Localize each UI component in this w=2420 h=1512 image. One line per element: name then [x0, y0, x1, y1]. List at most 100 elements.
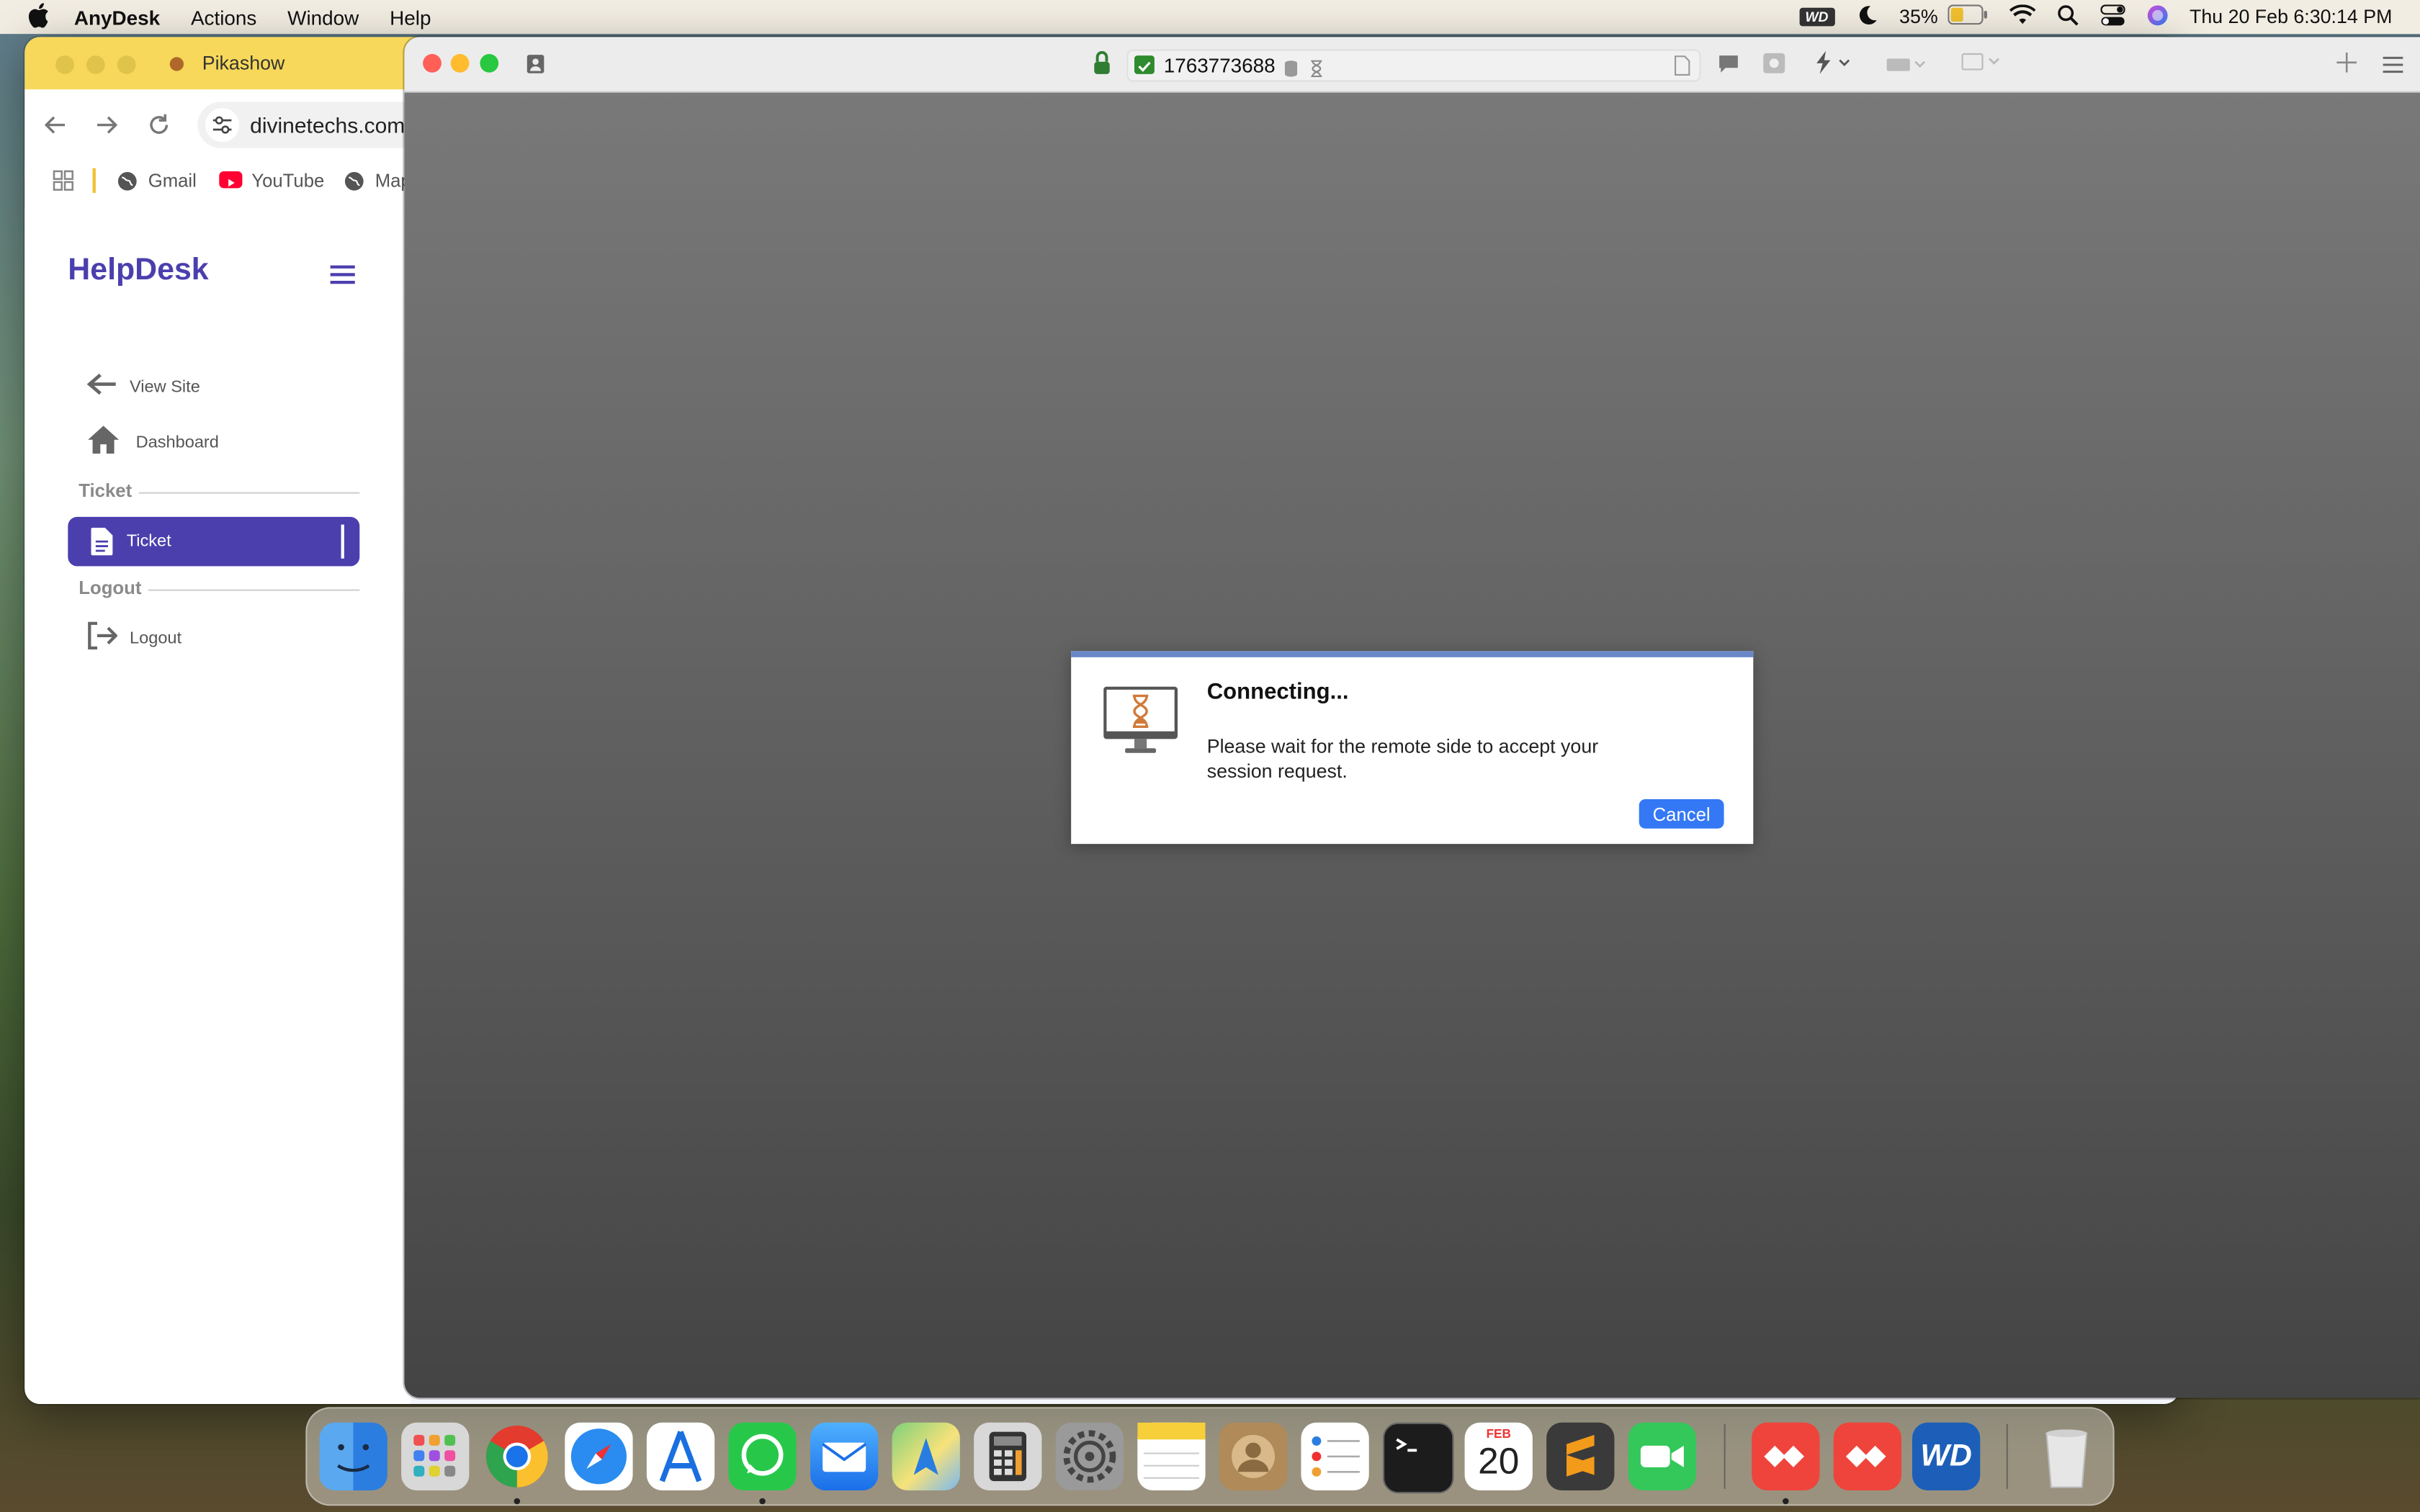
anydesk-minimize-button[interactable] — [450, 54, 470, 73]
file-icon[interactable] — [1675, 55, 1690, 84]
dock-notes[interactable] — [1137, 1422, 1206, 1490]
menu-window[interactable]: Window — [287, 6, 359, 29]
menu-bar: AnyDesk Actions Window Help WD 35% Thu 2… — [0, 0, 2420, 35]
lock-icon[interactable] — [1093, 50, 1111, 84]
dock-mail[interactable] — [810, 1422, 879, 1490]
anydesk-address-text[interactable]: 1763773688 — [1164, 54, 1276, 77]
section-label-ticket: Ticket — [79, 480, 133, 502]
dock-anydesk[interactable] — [1833, 1422, 1901, 1490]
menu-clock[interactable]: Thu 20 Feb 6:30:14 PM — [2190, 6, 2392, 28]
browser-tab-title[interactable]: Pikashow — [202, 53, 285, 74]
reminders-icon — [1312, 1436, 1360, 1477]
screenshot-icon[interactable] — [1762, 53, 1785, 82]
menu-app-name[interactable]: AnyDesk — [74, 6, 160, 29]
url-text[interactable]: divinetechs.com — [250, 112, 405, 137]
sidebar-item-logout[interactable]: Logout — [86, 621, 182, 654]
helpdesk-logo[interactable]: HelpDesk — [68, 253, 208, 288]
dock-chrome[interactable] — [483, 1423, 551, 1490]
terminal-icon — [1396, 1438, 1417, 1452]
sidebar-item-label: View Site — [130, 377, 200, 396]
active-indicator — [341, 524, 344, 559]
dock-xcode[interactable] — [646, 1422, 715, 1490]
wd-menu-icon[interactable]: WD — [1798, 7, 1835, 27]
helpdesk-sidebar: HelpDesk View Site Dashboard Ticket Tick… — [24, 207, 411, 1404]
dock-calendar[interactable]: FEB 20 — [1464, 1422, 1533, 1490]
apple-icon[interactable] — [28, 2, 50, 32]
anydesk-zoom-button[interactable] — [480, 54, 499, 73]
keyboard-icon[interactable] — [1886, 54, 1927, 82]
dock-calculator[interactable] — [974, 1422, 1042, 1490]
notes-icon — [1137, 1422, 1206, 1479]
dock-whatsapp[interactable] — [728, 1422, 797, 1490]
wd-icon: WD — [1920, 1439, 1972, 1474]
sidebar-item-ticket[interactable]: Ticket — [68, 516, 360, 567]
anydesk-titlebar: 1763773688 — [404, 37, 2420, 93]
main-menu-icon[interactable] — [2383, 54, 2403, 82]
moon-icon[interactable] — [1856, 4, 1878, 30]
hamburger-menu-icon[interactable] — [330, 264, 355, 293]
anydesk-close-button[interactable] — [423, 54, 442, 73]
sublime-text-icon — [1567, 1434, 1595, 1477]
logout-icon — [86, 621, 118, 654]
sidebar-item-view-site[interactable]: View Site — [86, 372, 200, 401]
dock-launchpad[interactable] — [401, 1422, 470, 1490]
dock-sublime-text[interactable] — [1546, 1422, 1615, 1490]
dock-safari[interactable] — [565, 1422, 633, 1490]
browser-zoom-button[interactable] — [117, 55, 136, 74]
dock-contacts[interactable] — [1219, 1422, 1288, 1490]
dialog-message: Please wait for the remote side to accep… — [1206, 736, 1599, 783]
sidebar-item-dashboard[interactable]: Dashboard — [86, 424, 219, 459]
running-indicator — [759, 1498, 766, 1505]
dock-separator — [2006, 1423, 2008, 1489]
dock-terminal[interactable] — [1383, 1422, 1454, 1494]
wifi-icon[interactable] — [2009, 4, 2035, 29]
safari-icon — [570, 1428, 627, 1485]
dock-reminders[interactable] — [1301, 1422, 1369, 1490]
remote-desk-icon — [1134, 55, 1155, 74]
back-icon[interactable] — [44, 114, 66, 144]
bookmark-youtube[interactable]: YouTube — [251, 170, 324, 192]
anydesk-address-field[interactable]: 1763773688 — [1126, 49, 1701, 85]
battery-icon[interactable] — [1947, 4, 1988, 29]
dock-anydesk[interactable] — [1752, 1422, 1820, 1490]
forward-icon[interactable] — [96, 114, 118, 144]
dock-wd-discovery[interactable]: WD — [1912, 1422, 1981, 1490]
reload-icon[interactable] — [148, 114, 170, 144]
dock-facetime[interactable] — [1628, 1422, 1696, 1490]
browser-minimize-button[interactable] — [86, 55, 105, 74]
contacts-icon — [1232, 1434, 1275, 1478]
dock-trash[interactable] — [2033, 1423, 2100, 1490]
section-divider — [138, 492, 360, 494]
apps-grid-icon[interactable] — [53, 170, 74, 199]
home-icon — [86, 424, 120, 459]
dock-system-settings[interactable] — [1055, 1422, 1124, 1490]
bookmark-gmail[interactable]: Gmail — [148, 170, 197, 192]
chat-icon[interactable] — [1718, 54, 1739, 82]
browser-close-button[interactable] — [55, 55, 74, 74]
menu-actions[interactable]: Actions — [191, 6, 256, 29]
dock-finder[interactable] — [319, 1422, 387, 1490]
menu-help[interactable]: Help — [390, 6, 431, 29]
actions-lightning-icon[interactable] — [1815, 50, 1852, 82]
xcode-icon — [659, 1431, 702, 1482]
cancel-button[interactable]: Cancel — [1639, 799, 1724, 829]
display-icon[interactable] — [1961, 53, 2002, 81]
dialog-title: Connecting... — [1206, 680, 1349, 706]
battery-percent: 35% — [1899, 6, 1938, 28]
address-book-icon[interactable] — [526, 54, 545, 82]
control-center-icon[interactable] — [2099, 4, 2125, 30]
hourglass-small-icon — [1310, 57, 1322, 85]
dock-maps[interactable] — [892, 1422, 960, 1490]
sidebar-item-label: Dashboard — [135, 433, 219, 451]
connecting-dialog: Connecting... Please wait for the remote… — [1071, 651, 1754, 845]
dock: FEB 20 WD — [305, 1407, 2115, 1506]
bookmark-divider — [92, 168, 96, 193]
sidebar-item-label: Logout — [130, 629, 182, 647]
new-tab-plus-icon[interactable] — [2336, 52, 2357, 81]
globe-icon — [344, 171, 364, 199]
mail-icon — [822, 1442, 867, 1472]
spotlight-search-icon[interactable] — [2057, 4, 2079, 30]
site-info-icon[interactable] — [205, 108, 240, 143]
running-indicator — [514, 1498, 521, 1505]
siri-icon[interactable] — [2146, 4, 2168, 30]
